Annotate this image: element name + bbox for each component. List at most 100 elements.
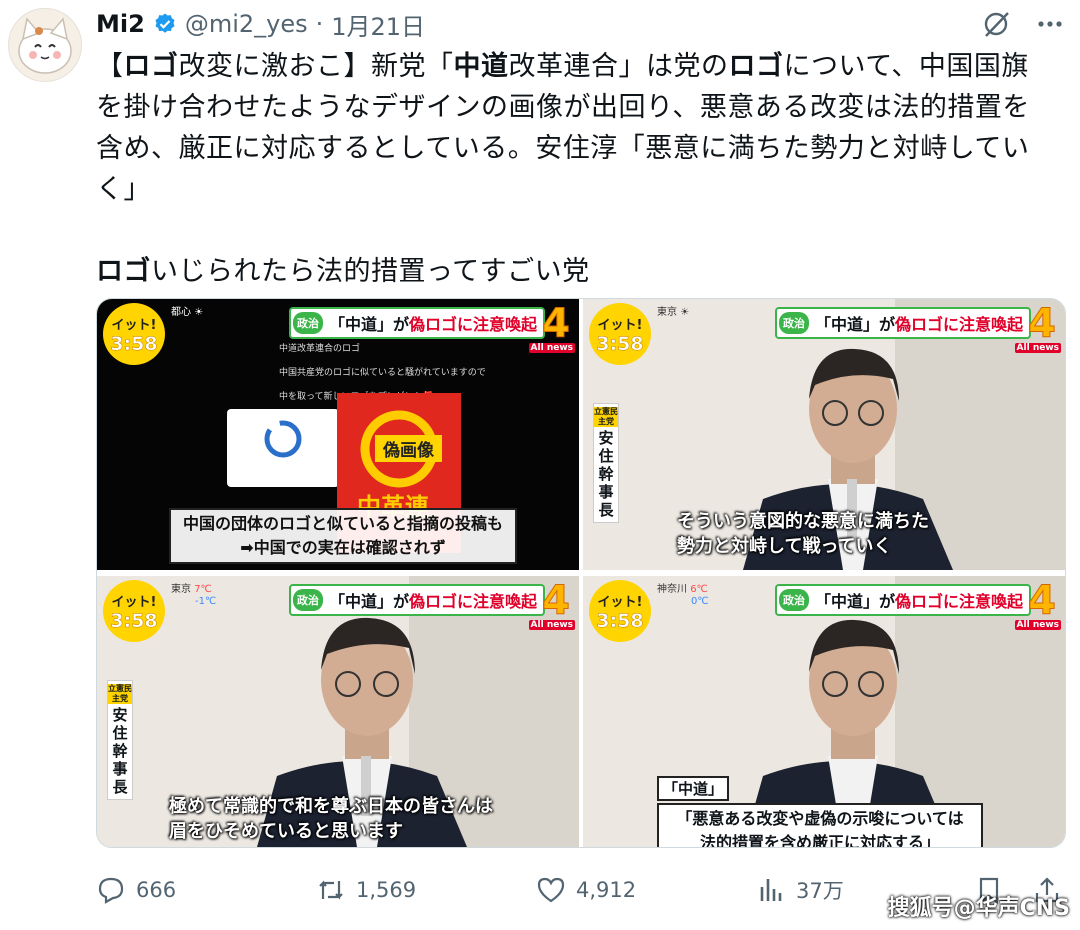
avatar[interactable] <box>8 8 82 82</box>
view-count: 37万 <box>796 879 844 903</box>
tweet-line: ロゴいじられたら法的措置ってすごい党 <box>96 251 1062 292</box>
cat-avatar-icon <box>18 17 72 74</box>
caption-line: 中国の団体のロゴと似ていると指摘の投稿も <box>182 514 503 533</box>
allnews-label: All news <box>528 343 575 353</box>
weather-readout: 都心 ☀ <box>171 307 203 319</box>
speaker-name: 安住幹事長 <box>598 429 614 519</box>
display-name[interactable]: Mi2 <box>96 10 145 38</box>
topic-text: 「中道」が <box>328 315 409 334</box>
bold-span: ロゴ <box>728 51 784 82</box>
repost-button[interactable]: 1,569 <box>316 868 416 912</box>
media-image-2[interactable]: 立憲民主党 安住幹事長 イット! 3:58 東京 ☀ 政治 「中道」が 偽ロゴに注意… <box>583 299 1065 570</box>
temp-high: 7℃ <box>194 584 212 595</box>
more-options-icon[interactable] <box>1034 8 1066 40</box>
tweet-post: Mi2 @mi2_yes · 1月21日 【ロゴ改変に激おこ】新党「中道改革連合… <box>0 0 1080 930</box>
user-handle[interactable]: @mi2_yes <box>185 10 308 38</box>
grok-icon[interactable] <box>980 8 1012 40</box>
temp-low: 0℃ <box>691 596 709 607</box>
watermark-text: 搜狐号@华声CNS <box>887 896 1070 921</box>
topic-tag: 政治 <box>778 312 809 334</box>
bold-span: ロゴ <box>96 256 151 287</box>
tweet-line: く」 <box>96 174 151 205</box>
topic-text-red: 偽ロゴに注意喚起 <box>894 315 1023 334</box>
weather-city: 東京 <box>171 584 191 595</box>
bold-span: 中道 <box>453 51 509 82</box>
fake-image-label: 偽画像 <box>375 435 442 462</box>
repost-count: 1,569 <box>356 878 417 902</box>
media-image-3[interactable]: 立憲民主党 安住幹事長 イット! 3:58 東京 7℃ -1℃ 政治 「中道」が 偽ロ… <box>97 576 579 847</box>
clock: 3:58 <box>110 609 158 632</box>
topic-text: 「中道」が <box>328 592 409 611</box>
caption-line: 「悪意ある改変や虚偽の示唆については <box>676 809 964 828</box>
allnews-label: All news <box>528 620 575 630</box>
like-button[interactable]: 4,912 <box>536 868 636 912</box>
channel-number: 4 <box>542 301 571 347</box>
heart-icon <box>537 877 565 903</box>
channel-number: 4 <box>1028 301 1057 347</box>
views-chart-icon <box>760 879 782 901</box>
channel-number: 4 <box>542 578 571 624</box>
media-image-4[interactable]: イット! 3:58 神奈川 6℃ 0℃ 政治 「中道」が 偽ロゴに注意喚起 4 All… <box>583 576 1065 847</box>
media-image-1[interactable]: 中道改革連合のロゴ 中国共産党のロゴに似ていると騒がれていますので 中を取って新… <box>97 299 579 570</box>
tweet-line: 【ロゴ改変に激おこ】新党「中道改革連合」は党のロゴについて、中国国旗 <box>96 46 1062 87</box>
text-span: 改革連合」は党の <box>508 51 729 82</box>
statement-caption: 「中道」 「悪意ある改変や虚偽の示唆については 法的措置を含め厳正に対応する」 <box>657 776 983 847</box>
subtitle-line: 極めて常識的で和を尊ぶ日本の皆さんは <box>169 796 493 817</box>
weather-sun-icon: ☀ <box>194 307 204 318</box>
caption-body: 「悪意ある改変や虚偽の示唆については 法的措置を含め厳正に対応する」 <box>657 803 983 847</box>
show-logo: イット! 3:58 <box>103 303 165 365</box>
clock: 3:58 <box>110 332 158 355</box>
temp-high: 6℃ <box>690 584 708 595</box>
topic-text-red: 偽ロゴに注意喚起 <box>408 592 537 611</box>
tweet-text: 【ロゴ改変に激おこ】新党「中道改革連合」は党のロゴについて、中国国旗 を掛け合わ… <box>96 46 1062 292</box>
topic-text: 「中道」が <box>814 592 895 611</box>
verified-badge-icon <box>155 13 175 33</box>
show-logo: イット! 3:58 <box>589 580 651 642</box>
topic-tag: 政治 <box>292 589 323 611</box>
show-logo: イット! 3:58 <box>103 580 165 642</box>
reply-icon <box>98 877 124 904</box>
screenshot-line: 中国共産党のロゴに似ていると騒がれていますので <box>279 368 486 378</box>
tweet-line: を掛け合わせたようなデザインの画像が出回り、悪意ある改変は法的措置を <box>96 92 1030 123</box>
speaker-name: 安住幹事長 <box>112 706 128 796</box>
subtitle-line: 眉をひそめていると思います <box>169 821 403 842</box>
party-logo-board <box>227 409 339 487</box>
media-grid: 中道改革連合のロゴ 中国共産党のロゴに似ていると騒がれていますので 中を取って新… <box>96 298 1066 848</box>
temp-low: -1℃ <box>195 596 217 607</box>
party-name: 立憲民主党 <box>594 407 618 427</box>
like-count: 4,912 <box>576 878 637 902</box>
topic-tag: 政治 <box>292 312 323 334</box>
weather-readout: 東京 7℃ -1℃ <box>171 584 216 608</box>
topic-text: 「中道」が <box>814 315 895 334</box>
reply-count: 666 <box>136 878 177 902</box>
caption-line: ➡中国での実在は確認されず <box>240 538 446 557</box>
caption-line: 法的措置を含め厳正に対応する」 <box>699 833 940 847</box>
news-topic-banner: 政治 「中道」が 偽ロゴに注意喚起 <box>288 584 545 616</box>
post-top-icons <box>980 8 1066 40</box>
speaker-name-card: 立憲民主党 安住幹事長 <box>107 680 133 800</box>
text-span: について、中国国旗 <box>783 51 1029 82</box>
party-name: 立憲民主党 <box>108 684 132 704</box>
caption-tag: 「中道」 <box>657 776 730 801</box>
reply-button[interactable]: 666 <box>96 868 176 912</box>
clock: 3:58 <box>596 609 644 632</box>
subtitle-line: 勢力と対峙して戦っていく <box>677 536 892 557</box>
news-topic-banner: 政治 「中道」が 偽ロゴに注意喚起 <box>288 307 545 339</box>
allnews-label: All news <box>1014 343 1061 353</box>
bold-span: ロゴ <box>123 51 179 82</box>
news-topic-banner: 政治 「中道」が 偽ロゴに注意喚起 <box>774 307 1031 339</box>
text-span: いじられたら法的措置ってすごい党 <box>151 256 590 287</box>
repost-icon <box>319 880 343 900</box>
topic-text-red: 偽ロゴに注意喚起 <box>894 592 1023 611</box>
views-button[interactable]: 37万 <box>756 868 844 912</box>
subtitle: 極めて常識的で和を尊ぶ日本の皆さんは 眉をひそめていると思います <box>169 794 493 844</box>
channel-number: 4 <box>1028 578 1057 624</box>
news-topic-banner: 政治 「中道」が 偽ロゴに注意喚起 <box>774 584 1031 616</box>
post-date[interactable]: 1月21日 <box>331 7 425 42</box>
weather-city: 東京 <box>657 307 677 318</box>
topic-tag: 政治 <box>778 589 809 611</box>
show-name: イット! <box>597 594 643 610</box>
clock: 3:58 <box>596 332 644 355</box>
separator-dot: · <box>315 10 324 38</box>
